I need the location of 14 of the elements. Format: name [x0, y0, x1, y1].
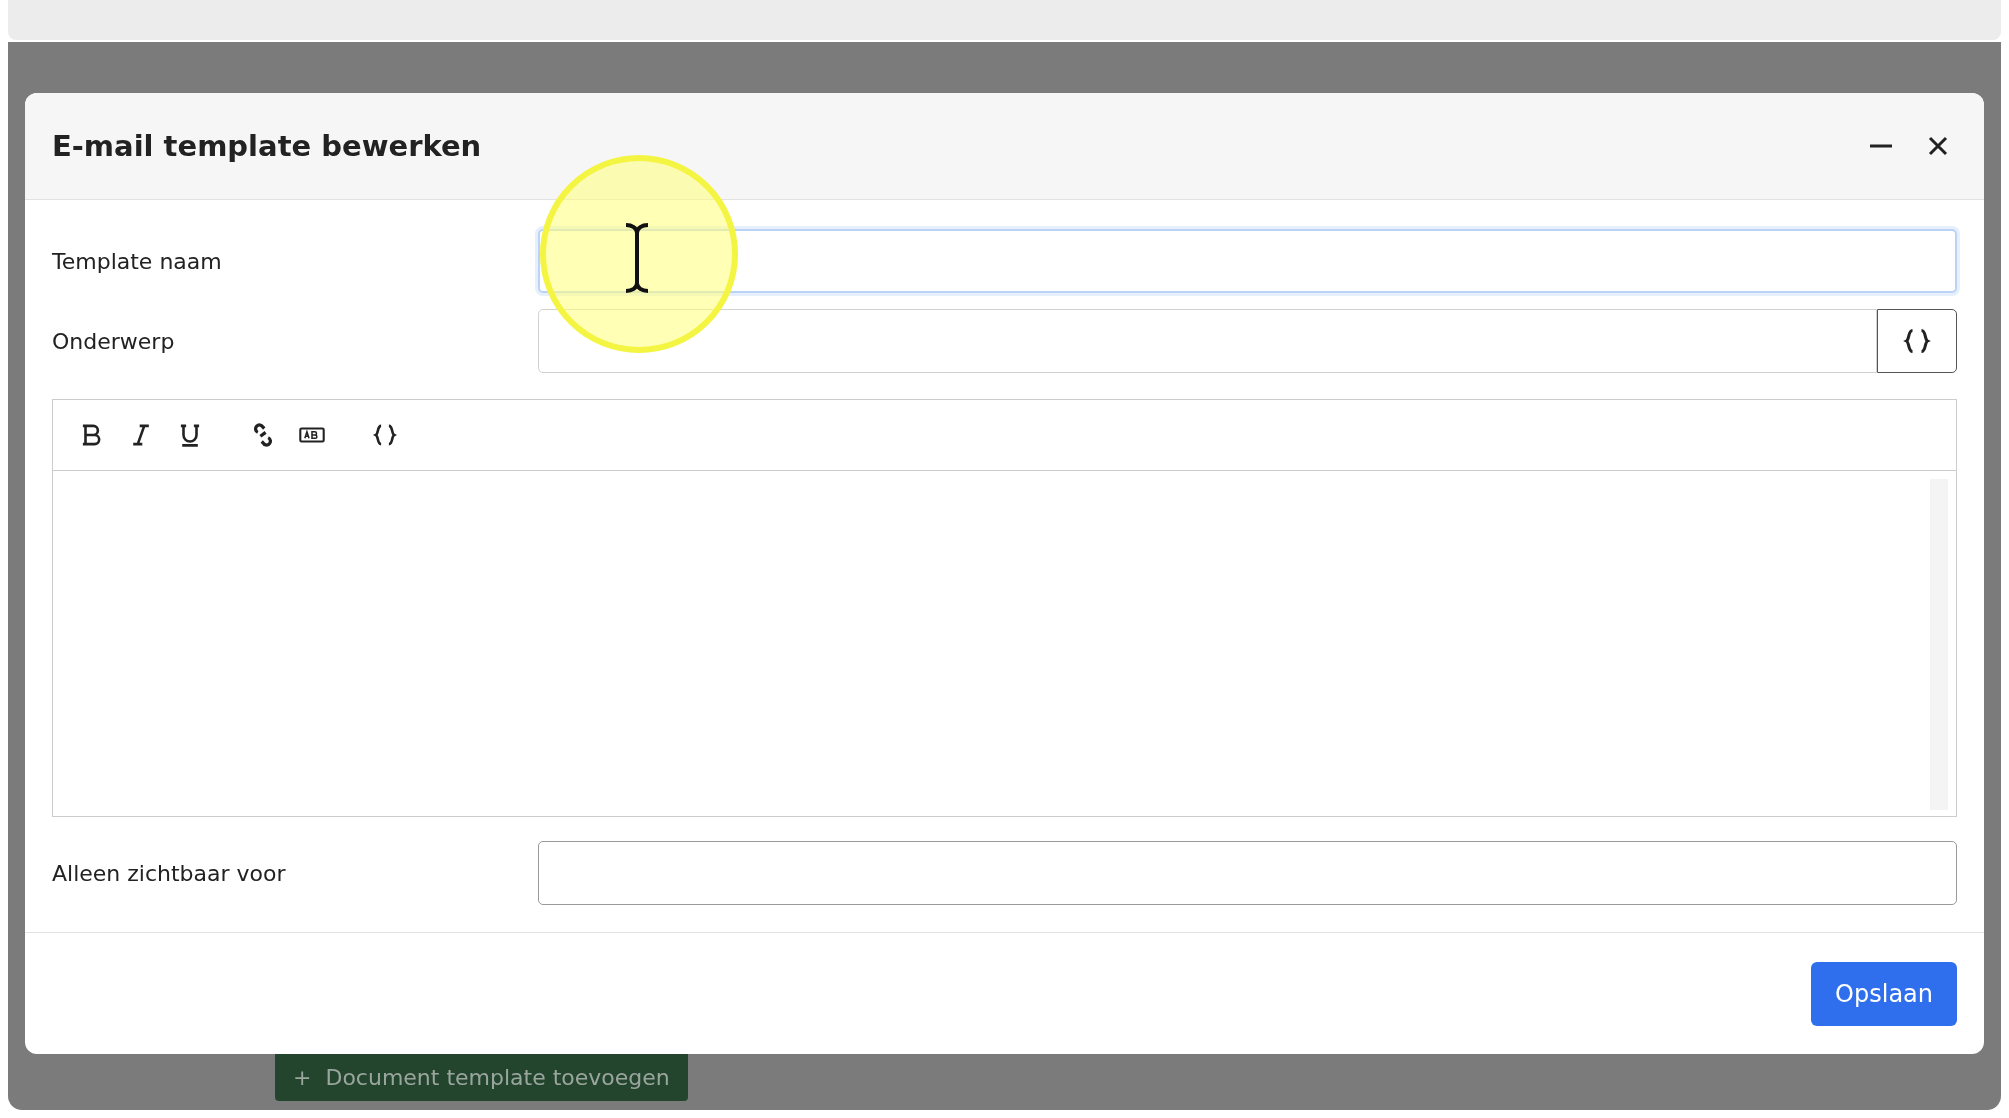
- variables-button[interactable]: [1877, 309, 1957, 373]
- save-button[interactable]: Opslaan: [1811, 961, 1957, 1026]
- input-field[interactable]: [538, 229, 1957, 293]
- plus-icon: +: [293, 1065, 312, 1090]
- field-label: Template naam: [52, 248, 223, 274]
- braces-icon: [1902, 326, 1932, 356]
- braces-icon[interactable]: [372, 422, 398, 448]
- input-field[interactable]: [538, 841, 1957, 905]
- dialog-title: E-mail template bewerken: [52, 129, 483, 163]
- field-label: Alleen zichtbaar voor: [52, 860, 287, 886]
- field-label: Onderwerp: [52, 328, 176, 354]
- input-field[interactable]: [538, 309, 1877, 373]
- add-template-button[interactable]: + Document template toevoegen: [275, 1054, 688, 1101]
- text-cursor-icon: [623, 222, 651, 294]
